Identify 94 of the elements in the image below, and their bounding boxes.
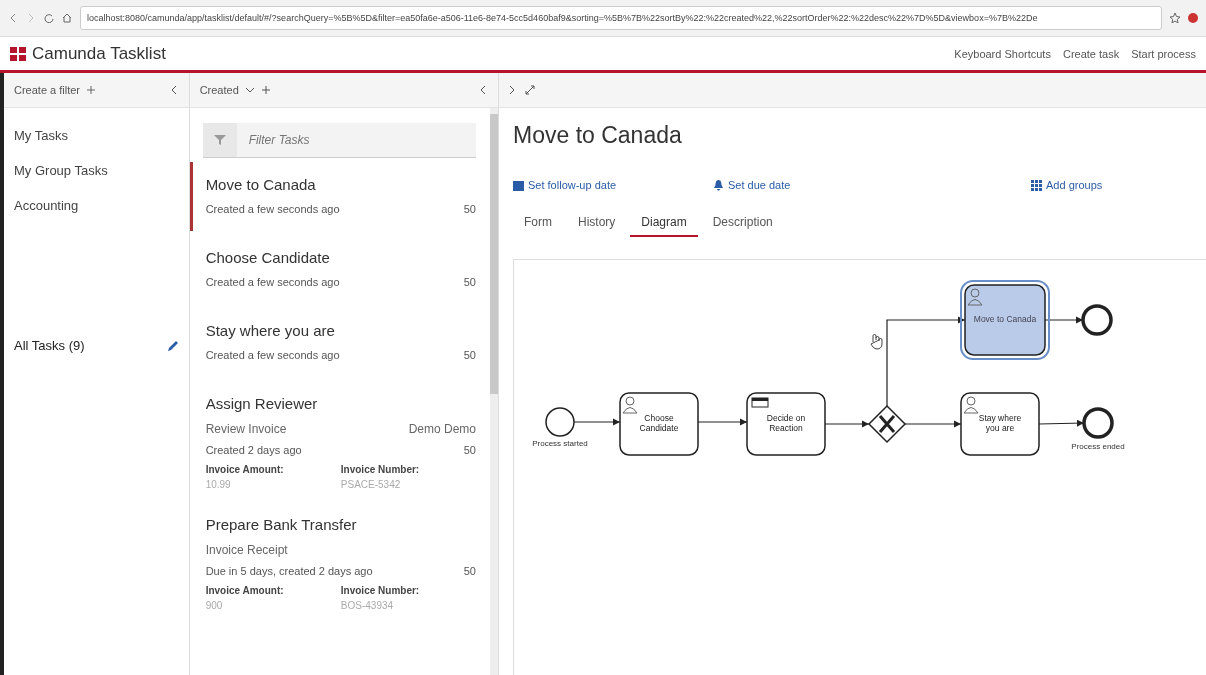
- user-icon: [963, 396, 979, 414]
- node-label: Process started: [532, 439, 588, 448]
- filter-button[interactable]: [202, 123, 237, 158]
- diagram-canvas[interactable]: Process started Choose Candidate Decide on Reaction Stay where you are Process ended Move to Canada: [513, 259, 1206, 675]
- variable-label: Invoice Number:: [340, 464, 421, 475]
- back-icon[interactable]: [8, 13, 18, 23]
- task-name: Choose Candidate: [205, 249, 331, 266]
- tab[interactable]: Diagram: [630, 211, 698, 237]
- tab[interactable]: History: [567, 211, 627, 237]
- node-label: Reaction: [769, 423, 803, 433]
- task-card[interactable]: Stay where you are Created a few seconds ago 50: [189, 308, 476, 377]
- tab[interactable]: Form: [513, 211, 563, 237]
- create-filter-link[interactable]: Create a filter: [14, 84, 81, 96]
- task-card[interactable]: Prepare Bank Transfer Invoice Receipt Due in 5 days, created 2 days ago 50 Invoice Amount: Invoice Number: 900 BOS-43934: [189, 502, 476, 619]
- filter-item[interactable]: My Tasks: [14, 128, 68, 143]
- task-name: Stay where you are: [205, 322, 336, 339]
- priority: 50: [463, 349, 476, 361]
- header-link[interactable]: Keyboard Shortcuts: [954, 47, 1051, 60]
- filter-item[interactable]: Accounting: [14, 198, 79, 213]
- task-name: Assign Reviewer: [205, 395, 319, 412]
- grid-icon: [1031, 179, 1042, 191]
- filter-field[interactable]: Filter Tasks: [236, 123, 476, 158]
- task-name: Prepare Bank Transfer: [205, 516, 358, 533]
- user-icon: [967, 288, 983, 306]
- pencil-icon[interactable]: [166, 339, 179, 352]
- start-event: [545, 407, 575, 437]
- plus-icon[interactable]: [86, 85, 97, 95]
- collapse-icon[interactable]: [478, 85, 488, 95]
- created-time: Created 2 days ago: [205, 444, 302, 456]
- scrollbar[interactable]: [490, 108, 498, 675]
- filter-item[interactable]: My Group Tasks: [14, 163, 108, 178]
- variable-label: Invoice Number:: [340, 585, 421, 596]
- node-label: Process ended: [1071, 442, 1125, 451]
- created-time: Due in 5 days, created 2 days ago: [205, 565, 373, 577]
- sequence-flow: [697, 418, 748, 426]
- task-name: Move to Canada: [205, 176, 317, 193]
- calendar-icon: [513, 179, 524, 191]
- process-name: Invoice Receipt: [205, 543, 288, 557]
- action-link[interactable]: Set follow-up date: [513, 179, 713, 191]
- action-link[interactable]: Add groups: [1031, 179, 1103, 191]
- action-link[interactable]: Set due date: [713, 179, 1031, 191]
- variable-value: PSACE-5342: [340, 479, 402, 490]
- created-time: Created a few seconds ago: [205, 349, 340, 361]
- node-label: Candidate: [639, 423, 679, 433]
- task-card[interactable]: Choose Candidate Created a few seconds ago 50: [189, 235, 476, 304]
- sequence-flow: [573, 418, 621, 426]
- variable-value: 900: [205, 600, 224, 611]
- node-label: Choose: [644, 413, 674, 423]
- star-icon[interactable]: [1170, 13, 1180, 23]
- expand-icon[interactable]: [525, 85, 535, 95]
- hand-cursor-icon: [870, 334, 883, 350]
- process-name: Review Invoice: [205, 422, 287, 436]
- sequence-flow: [824, 420, 870, 428]
- assignee: Demo Demo: [408, 422, 476, 436]
- priority: 50: [463, 203, 476, 215]
- variable-value: BOS-43934: [340, 600, 395, 611]
- end-event: [1082, 407, 1114, 439]
- sort-dropdown[interactable]: Created: [199, 84, 239, 96]
- gateway: [867, 404, 907, 444]
- sequence-flow: [1044, 316, 1084, 324]
- plus-icon[interactable]: [260, 85, 271, 95]
- tab[interactable]: Description: [701, 211, 784, 237]
- variable-label: Invoice Amount:: [205, 585, 285, 596]
- priority: 50: [463, 565, 476, 577]
- home-icon[interactable]: [62, 13, 72, 23]
- variable-label: Invoice Amount:: [205, 464, 285, 475]
- created-time: Created a few seconds ago: [205, 203, 340, 215]
- bell-icon: [713, 179, 724, 191]
- created-time: Created a few seconds ago: [205, 276, 340, 288]
- filter-item[interactable]: All Tasks (9): [14, 338, 85, 353]
- task-card[interactable]: Move to Canada Created a few seconds ago 50: [189, 162, 476, 231]
- priority: 50: [463, 444, 476, 456]
- sequence-flow: [1038, 419, 1085, 427]
- sequence-flow: [904, 420, 962, 428]
- task-card[interactable]: Assign Reviewer Review Invoice Demo Demo Created 2 days ago 50 Invoice Amount: Invoice Number: 10.99 PSACE-5342: [189, 381, 476, 498]
- node-label: Move to Canada: [973, 314, 1037, 324]
- header-link[interactable]: Create task: [1062, 47, 1120, 60]
- table-icon: [751, 397, 769, 408]
- chevron-right-icon[interactable]: [507, 85, 517, 95]
- task-title: Move to Canada: [513, 122, 683, 149]
- user-icon: [622, 396, 638, 414]
- node-label: Decide on: [766, 413, 806, 423]
- header-link[interactable]: Start process: [1131, 47, 1196, 60]
- address-bar[interactable]: localhost:8080/camunda/app/tasklist/default/#/?searchQuery=%5B%5D&filter=ea50fa6e-a506-11e6-8e74-5cc5d460baf9&sorting=%5B%7B%22sortBy%22:%22created%22,%22sortOrder%22:%22desc%22%7D%5D&viewbox=%7B%22De: [80, 6, 1162, 30]
- node-label: Stay where: [978, 413, 1022, 423]
- reload-icon[interactable]: [44, 13, 54, 23]
- variable-value: 10.99: [205, 479, 232, 490]
- node-label: you are: [985, 423, 1015, 433]
- end-event: [1081, 304, 1113, 336]
- logo-icon: [10, 46, 26, 61]
- priority: 50: [463, 276, 476, 288]
- chevron-down-icon[interactable]: [244, 85, 255, 95]
- filter-icon: [213, 134, 226, 146]
- app-title: Camunda Tasklist: [32, 43, 166, 64]
